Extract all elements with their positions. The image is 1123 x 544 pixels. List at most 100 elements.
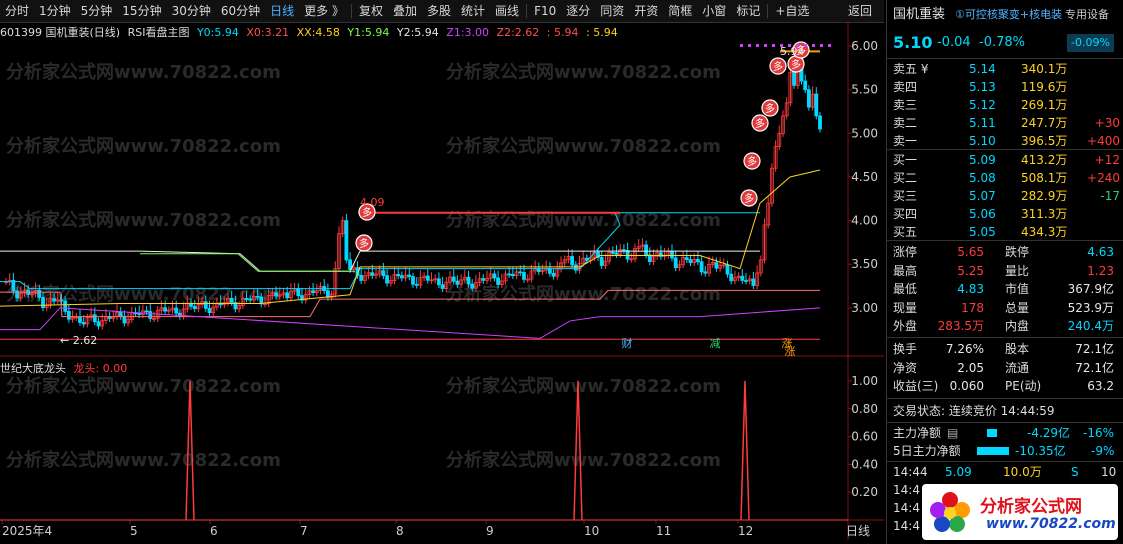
bid-row[interactable]: 买一 5.09 413.2万 +12: [887, 151, 1123, 169]
stat-row: 最低 4.83 市值 367.9亿: [887, 280, 1123, 298]
stat-value: 4.83: [957, 282, 984, 297]
x0-value: 3.21: [264, 26, 290, 39]
toolbar-item-7[interactable]: 更多 》: [299, 0, 349, 22]
sub-series-label: 龙头:: [73, 362, 100, 375]
level-label: 卖四: [893, 80, 918, 94]
y-tick-label: 6.00: [851, 39, 878, 53]
level-price: 5.05: [969, 225, 996, 239]
toolbar-item-12[interactable]: 画线: [490, 0, 524, 22]
main-flow-pct: -16%: [1083, 426, 1115, 440]
x-tick-label: 8: [396, 524, 404, 538]
bid-row[interactable]: 买五 5.05 434.3万: [887, 223, 1123, 241]
stat-value: 4.63: [1087, 245, 1114, 259]
level-price: 5.09: [969, 153, 996, 167]
indicator-name[interactable]: RSI看盘主图: [128, 26, 190, 39]
level-label: 卖五 ¥: [893, 62, 929, 76]
sub-series-value: 0.00: [102, 362, 128, 375]
toolbar-item-10[interactable]: 多股: [422, 0, 456, 22]
bid-row[interactable]: 买三 5.07 282.9万 -17: [887, 187, 1123, 205]
stat-value: 2.05: [957, 360, 984, 375]
toolbar-item-17[interactable]: 简框: [663, 0, 697, 22]
candle-body: [414, 283, 419, 286]
period-toolbar: 分时 1分钟 5分钟 15分钟 30分钟 60分钟 日线 更多 》复权 叠加 多股 统计 画线 F10 逐…: [0, 0, 884, 23]
watermark-text: 分析家公式网www.70822.com: [6, 449, 281, 471]
z2-value: 2.62: [514, 26, 540, 39]
y0-value: 5.94: [214, 26, 239, 39]
last-price: 5.10: [893, 33, 933, 52]
stat-row: 外盘 283.5万 内盘 240.4万: [887, 317, 1123, 335]
bid-row[interactable]: 买二 5.08 508.1万 +240: [887, 169, 1123, 187]
stat-value: 5.25: [957, 263, 984, 278]
candle-body: [455, 280, 460, 285]
toolbar-item-13[interactable]: F10: [529, 0, 561, 22]
ask-row[interactable]: 卖三 5.12 269.1万: [887, 96, 1123, 114]
ask-row[interactable]: 卖二 5.11 247.7万 +30: [887, 114, 1123, 132]
tick-time: 14:4: [893, 483, 920, 497]
candle-body: [670, 250, 674, 259]
candle-body: [696, 259, 700, 263]
toolbar-item-2[interactable]: 5分钟: [76, 0, 118, 22]
y-tick-label: 4.50: [851, 170, 878, 184]
list-icon[interactable]: ▤: [947, 424, 958, 442]
stat-value: 367.9亿: [1067, 282, 1114, 297]
level-label: 卖一: [893, 134, 918, 148]
ask-row[interactable]: 卖一 5.10 396.5万 +400: [887, 132, 1123, 150]
candle-body: [492, 273, 497, 279]
toolbar-item-14[interactable]: 逐分: [561, 0, 595, 22]
divider: [887, 398, 1123, 399]
kline-chart[interactable]: 分析家公式网www.70822.com 分析家公式网www.70822.com 分析…: [0, 0, 884, 544]
toolbar-item-5[interactable]: 60分钟: [216, 0, 265, 22]
ask-row[interactable]: 卖四 5.13 119.6万: [887, 78, 1123, 96]
concept-tags[interactable]: ①可控核聚变+核电装: [955, 6, 1062, 24]
ask-row[interactable]: 卖五 ¥ 5.14 340.1万: [887, 60, 1123, 78]
back-button[interactable]: 返回: [843, 0, 884, 22]
level-price: 5.08: [969, 171, 996, 185]
stat-key: 最高: [893, 263, 918, 278]
toolbar-item-9[interactable]: 叠加: [388, 0, 422, 22]
candle-body: [207, 308, 212, 313]
toolbar-item-15[interactable]: 同资: [595, 0, 629, 22]
sub-y-tick-label: 0.80: [851, 402, 878, 416]
toolbar-separator: [526, 4, 528, 18]
stat-row: 换手 7.26% 股本 72.1亿: [887, 340, 1123, 358]
divider: [887, 337, 1123, 338]
toolbar-item-1[interactable]: 1分钟: [34, 0, 76, 22]
toolbar-item-6[interactable]: 日线: [265, 0, 299, 22]
toolbar-item-16[interactable]: 开资: [629, 0, 663, 22]
candle-body: [481, 278, 486, 281]
price-line: 5.10 -0.04 -0.78% -0.09%: [887, 32, 1123, 54]
toolbar-item-18[interactable]: 小窗: [697, 0, 731, 22]
candle-body: [144, 310, 149, 313]
watermark-text: 分析家公式网www.70822.com: [446, 135, 721, 157]
x-tick-label: 5: [130, 524, 138, 538]
main-flow-bar: [987, 429, 997, 437]
bid-row[interactable]: 买四 5.06 311.3万: [887, 205, 1123, 223]
xx-value: 4.58: [315, 26, 340, 39]
toolbar-item-20[interactable]: +自选: [770, 0, 814, 22]
level-label: 买二: [893, 171, 918, 185]
marker-dot: [820, 44, 823, 47]
y1-value: 5.94: [364, 26, 390, 39]
x-tick-label: 6: [210, 524, 218, 538]
level-price: 5.11: [969, 116, 996, 130]
candle-body: [814, 93, 819, 117]
stat-key: 收益(三): [893, 379, 939, 394]
price-change-pct: -0.78%: [979, 35, 1025, 50]
level-label: 买五: [893, 225, 918, 239]
toolbar-separator: [767, 4, 769, 18]
industry-tag[interactable]: 专用设备: [1065, 6, 1109, 24]
toolbar-item-19[interactable]: 标记: [731, 0, 765, 22]
divider: [887, 149, 1123, 150]
sub-indicator-name[interactable]: 世纪大底龙头: [0, 362, 66, 375]
toolbar-item-4[interactable]: 30分钟: [167, 0, 216, 22]
toolbar-item-11[interactable]: 统计: [456, 0, 490, 22]
candle-body: [311, 290, 316, 294]
z2-extra-2: : 5.94: [586, 26, 618, 39]
level-delta: +400: [1087, 134, 1120, 148]
toolbar-item-8[interactable]: 复权: [354, 0, 388, 22]
candle-body: [425, 275, 430, 281]
stock-code-name: 601399 国机重装(日线): [0, 26, 121, 39]
toolbar-item-0[interactable]: 分时: [0, 0, 34, 22]
tick-row[interactable]: 14:44 5.09 10.0万 S 10: [887, 463, 1123, 481]
toolbar-item-3[interactable]: 15分钟: [117, 0, 166, 22]
